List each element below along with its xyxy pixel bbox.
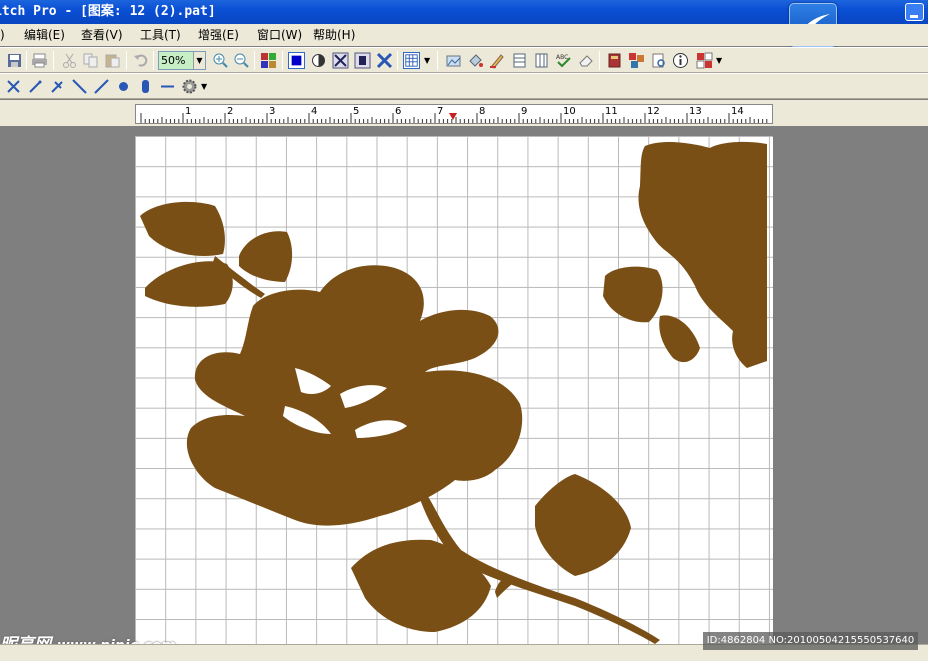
menu-bar: ) 编辑(E) 查看(V) 工具(T) 增强(E) 窗口(W) 帮助(H) bbox=[0, 24, 788, 46]
menu-window[interactable]: 窗口(W) bbox=[257, 24, 302, 46]
import-image-icon[interactable] bbox=[445, 52, 462, 69]
ruler-label: 2 bbox=[227, 106, 234, 117]
needle-cross-icon[interactable] bbox=[49, 78, 66, 95]
pattern-canvas[interactable] bbox=[135, 136, 773, 644]
ruler-label: 10 bbox=[563, 106, 576, 117]
spellcheck-icon[interactable]: ABC bbox=[555, 52, 572, 69]
undo-icon[interactable] bbox=[133, 52, 150, 69]
pencil-color-icon[interactable] bbox=[489, 52, 506, 69]
needle-icon[interactable] bbox=[27, 78, 44, 95]
quarter-stitch-icon[interactable] bbox=[354, 52, 371, 69]
ruler-label: 11 bbox=[605, 106, 618, 117]
menu-edit[interactable]: 编辑(E) bbox=[24, 24, 65, 46]
chevron-down-icon[interactable]: ▼ bbox=[193, 52, 205, 69]
horizontal-ruler: 1 2 3 4 5 6 7 8 9 10 11 12 13 14 bbox=[135, 104, 773, 124]
chevron-down-icon[interactable]: ▼ bbox=[716, 56, 722, 65]
zoom-value: 50% bbox=[161, 54, 186, 67]
print-preview-icon[interactable] bbox=[650, 52, 667, 69]
ruler-label: 6 bbox=[395, 106, 402, 117]
zoom-in-icon[interactable] bbox=[212, 52, 229, 69]
x-stitch-tool-icon[interactable] bbox=[5, 78, 22, 95]
motif-shapes bbox=[140, 141, 767, 644]
zoom-out-icon[interactable] bbox=[233, 52, 250, 69]
long-stitch-icon[interactable] bbox=[93, 78, 110, 95]
ruler-label: 13 bbox=[689, 106, 702, 117]
info-icon[interactable] bbox=[672, 52, 689, 69]
palette-icon[interactable] bbox=[260, 52, 277, 69]
ruler-label: 9 bbox=[521, 106, 528, 117]
backstitch-line-icon[interactable] bbox=[71, 78, 88, 95]
bead-icon[interactable] bbox=[137, 78, 154, 95]
ruler-label: 8 bbox=[479, 106, 486, 117]
chevron-down-icon[interactable]: ▼ bbox=[201, 82, 207, 91]
cut-icon[interactable] bbox=[61, 52, 78, 69]
minimize-button[interactable] bbox=[905, 3, 924, 21]
half-stitch-icon[interactable] bbox=[310, 52, 327, 69]
ruler-label: 5 bbox=[353, 106, 360, 117]
save-icon[interactable] bbox=[6, 52, 23, 69]
window-title: itch Pro - [图案: 12 (2).pat] bbox=[0, 4, 216, 19]
horizontal-line-icon[interactable] bbox=[159, 78, 176, 95]
ruler-label: 14 bbox=[731, 106, 744, 117]
ruler-label: 4 bbox=[311, 106, 318, 117]
columns-icon[interactable] bbox=[533, 52, 550, 69]
flower-motif bbox=[140, 141, 767, 644]
menu-help[interactable]: 帮助(H) bbox=[313, 24, 355, 46]
french-knot-icon[interactable] bbox=[115, 78, 132, 95]
book-icon[interactable] bbox=[606, 52, 623, 69]
rows-icon[interactable] bbox=[511, 52, 528, 69]
menu-view[interactable]: 查看(V) bbox=[81, 24, 123, 46]
print-icon[interactable] bbox=[31, 52, 48, 69]
svg-text:ABC: ABC bbox=[556, 54, 568, 61]
watermark-id: ID:4862804 NO:20100504215550537640 bbox=[703, 632, 918, 650]
gear-icon[interactable] bbox=[181, 78, 198, 95]
ruler-label: 7 bbox=[437, 106, 444, 117]
fill-icon[interactable] bbox=[467, 52, 484, 69]
colorful-grid-icon[interactable] bbox=[696, 52, 713, 69]
chevron-down-icon[interactable]: ▼ bbox=[424, 56, 430, 65]
paste-icon[interactable] bbox=[104, 52, 121, 69]
menu-tools[interactable]: 工具(T) bbox=[140, 24, 181, 46]
full-stitch-icon[interactable] bbox=[288, 52, 305, 69]
menu-enhance[interactable]: 增强(E) bbox=[198, 24, 239, 46]
pattern-blocks-icon[interactable] bbox=[628, 52, 645, 69]
ruler-label: 3 bbox=[269, 106, 276, 117]
backstitch-cross-icon[interactable] bbox=[376, 52, 393, 69]
copy-icon[interactable] bbox=[82, 52, 99, 69]
standard-toolbar: 50% ▼ ▼ ABC ▼ bbox=[0, 47, 928, 73]
menu-file-fragment[interactable]: ) bbox=[0, 24, 5, 46]
ruler-label: 12 bbox=[647, 106, 660, 117]
grid-icon[interactable] bbox=[403, 52, 420, 69]
stitch-toolbar: ▼ bbox=[0, 73, 928, 99]
eraser-icon[interactable] bbox=[577, 52, 594, 69]
ruler-label: 1 bbox=[185, 106, 192, 117]
cross-stitch-icon[interactable] bbox=[332, 52, 349, 69]
